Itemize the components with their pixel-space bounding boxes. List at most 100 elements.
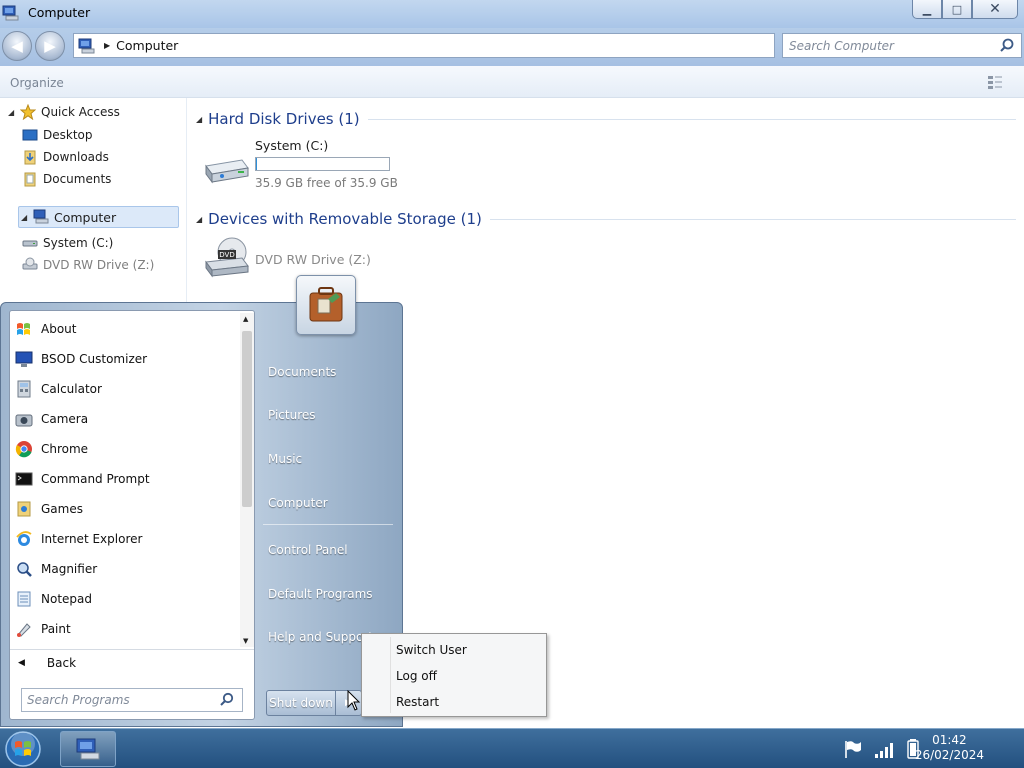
computer-icon [78,38,95,53]
games-folder-icon [17,501,31,517]
computer-icon [2,5,19,21]
group-header-removable[interactable]: ◢ Devices with Removable Storage (1) [196,210,1016,228]
program-item-about[interactable]: About [15,316,243,342]
menu-item-restart[interactable]: Restart [396,695,439,709]
organize-button[interactable]: Organize [10,76,64,90]
nav-item-quick-access[interactable]: ◢ Quick Access [0,102,120,122]
dvd-drive-name[interactable]: DVD RW Drive (Z:) [255,252,371,267]
expand-triangle-icon[interactable]: ◢ [21,213,31,222]
search-computer-input[interactable]: Search Computer [782,33,1022,58]
terminal-icon [15,472,33,486]
shut-down-button[interactable]: Shut down [266,690,336,716]
drive-c-usage-fill [256,158,257,170]
search-programs-placeholder: Search Programs [27,693,130,707]
program-item-paint[interactable]: Paint [15,616,243,642]
dvd-drive-icon[interactable]: DVD [202,236,250,280]
program-label: Games [41,502,83,516]
program-label: Internet Explorer [41,532,143,546]
address-bar[interactable]: ▶ Computer [73,33,775,58]
nav-label-quick-access: Quick Access [41,105,120,119]
chrome-icon [15,441,32,458]
start-link-pictures[interactable]: Pictures [268,408,316,422]
menu-item-log-off[interactable]: Log off [396,669,437,683]
nav-label-dvd-drive: DVD RW Drive (Z:) [43,258,155,272]
maximize-button[interactable]: □ [942,0,972,19]
program-item-bsod-customizer[interactable]: BSOD Customizer [15,346,243,372]
taskbar: 01:42 26/02/2024 [0,728,1024,768]
scroll-up-icon[interactable]: ▲ [243,315,248,323]
nav-item-computer[interactable]: ◢ Computer [18,206,179,228]
back-label: Back [46,656,77,670]
drive-c-usage-bar [255,157,390,171]
back-button[interactable]: ◀ Back [18,653,76,673]
close-button[interactable]: ✕ [972,0,1018,19]
minimize-icon: ▁ [922,2,932,16]
expand-triangle-icon[interactable]: ◢ [8,108,18,117]
start-link-default-programs[interactable]: Default Programs [268,587,373,601]
navigation-bar: ◀ ▶ ▶ Computer Search Computer [0,28,1024,66]
change-view-icon[interactable] [986,73,1004,91]
hard-drive-icon[interactable] [202,156,250,188]
program-label: Calculator [41,382,102,396]
nav-item-downloads[interactable]: Downloads [20,147,109,167]
close-icon: ✕ [989,1,1001,17]
program-label: Camera [41,412,89,426]
scrollbar-thumb[interactable] [242,331,252,507]
minimize-button[interactable]: ▁ [912,0,942,19]
signal-strength-icon[interactable] [874,739,896,759]
search-programs-input[interactable]: Search Programs [21,688,243,712]
nav-label-downloads: Downloads [43,150,109,164]
program-item-command-prompt[interactable]: Command Prompt [15,466,243,492]
paint-icon [17,623,31,637]
drive-c-name[interactable]: System (C:) [255,138,328,153]
collapse-triangle-icon[interactable]: ◢ [196,115,202,124]
documents-folder-icon [24,172,36,187]
navigation-pane: ◢ Quick Access Desktop Downloads Documen… [0,98,187,303]
command-toolbar: Organize [0,66,1024,98]
nav-label-documents: Documents [43,172,112,186]
action-center-flag-icon[interactable] [842,739,862,759]
breadcrumb-chevron-icon[interactable]: ▶ [104,41,110,50]
program-item-chrome[interactable]: Chrome [15,436,243,462]
start-button-icon[interactable] [3,730,43,768]
program-item-magnifier[interactable]: Magnifier [15,556,243,582]
group-header-hard-disk[interactable]: ◢ Hard Disk Drives (1) [196,110,1016,128]
user-picture[interactable] [296,275,356,335]
search-placeholder: Search Computer [789,38,894,53]
start-link-control-panel[interactable]: Control Panel [268,543,348,557]
nav-item-documents[interactable]: Documents [20,169,111,189]
start-link-help-support[interactable]: Help and Support [268,630,373,644]
scroll-down-icon[interactable]: ▼ [243,637,248,645]
svg-text:DVD: DVD [219,251,234,259]
nav-label-desktop: Desktop [43,128,93,142]
clock[interactable]: 01:42 26/02/2024 [915,733,984,763]
search-icon[interactable] [997,36,1017,56]
nav-item-dvd-drive[interactable]: DVD RW Drive (Z:) [20,255,154,275]
breadcrumb-computer[interactable]: Computer [116,38,178,53]
collapse-triangle-icon[interactable]: ◢ [196,215,202,224]
forward-button[interactable]: ▶ [35,31,65,61]
programs-divider [10,649,254,650]
start-link-documents[interactable]: Documents [268,365,336,379]
program-item-internet-explorer[interactable]: Internet Explorer [15,526,243,552]
start-link-computer[interactable]: Computer [268,496,328,510]
back-arrow-icon: ◀ [18,658,25,668]
program-label: Paint [41,622,71,636]
program-item-calculator[interactable]: Calculator [15,376,243,402]
program-label: BSOD Customizer [41,352,148,366]
nav-item-desktop[interactable]: Desktop [20,125,93,145]
program-item-notepad[interactable]: Notepad [15,586,243,612]
taskbar-explorer-button[interactable] [60,731,116,767]
programs-scrollbar[interactable]: ▲ ▼ [240,313,254,647]
program-item-games[interactable]: Games [15,496,243,522]
star-icon [20,104,36,120]
start-link-music[interactable]: Music [268,452,302,466]
menu-item-switch-user[interactable]: Switch User [396,643,467,657]
windows-flag-icon [17,323,30,335]
search-icon[interactable] [218,691,236,709]
arrow-left-icon: ◀ [11,37,23,55]
camera-icon [15,414,33,427]
back-button[interactable]: ◀ [2,31,32,61]
program-item-camera[interactable]: Camera [15,406,243,432]
nav-item-system-c[interactable]: System (C:) [20,233,113,253]
